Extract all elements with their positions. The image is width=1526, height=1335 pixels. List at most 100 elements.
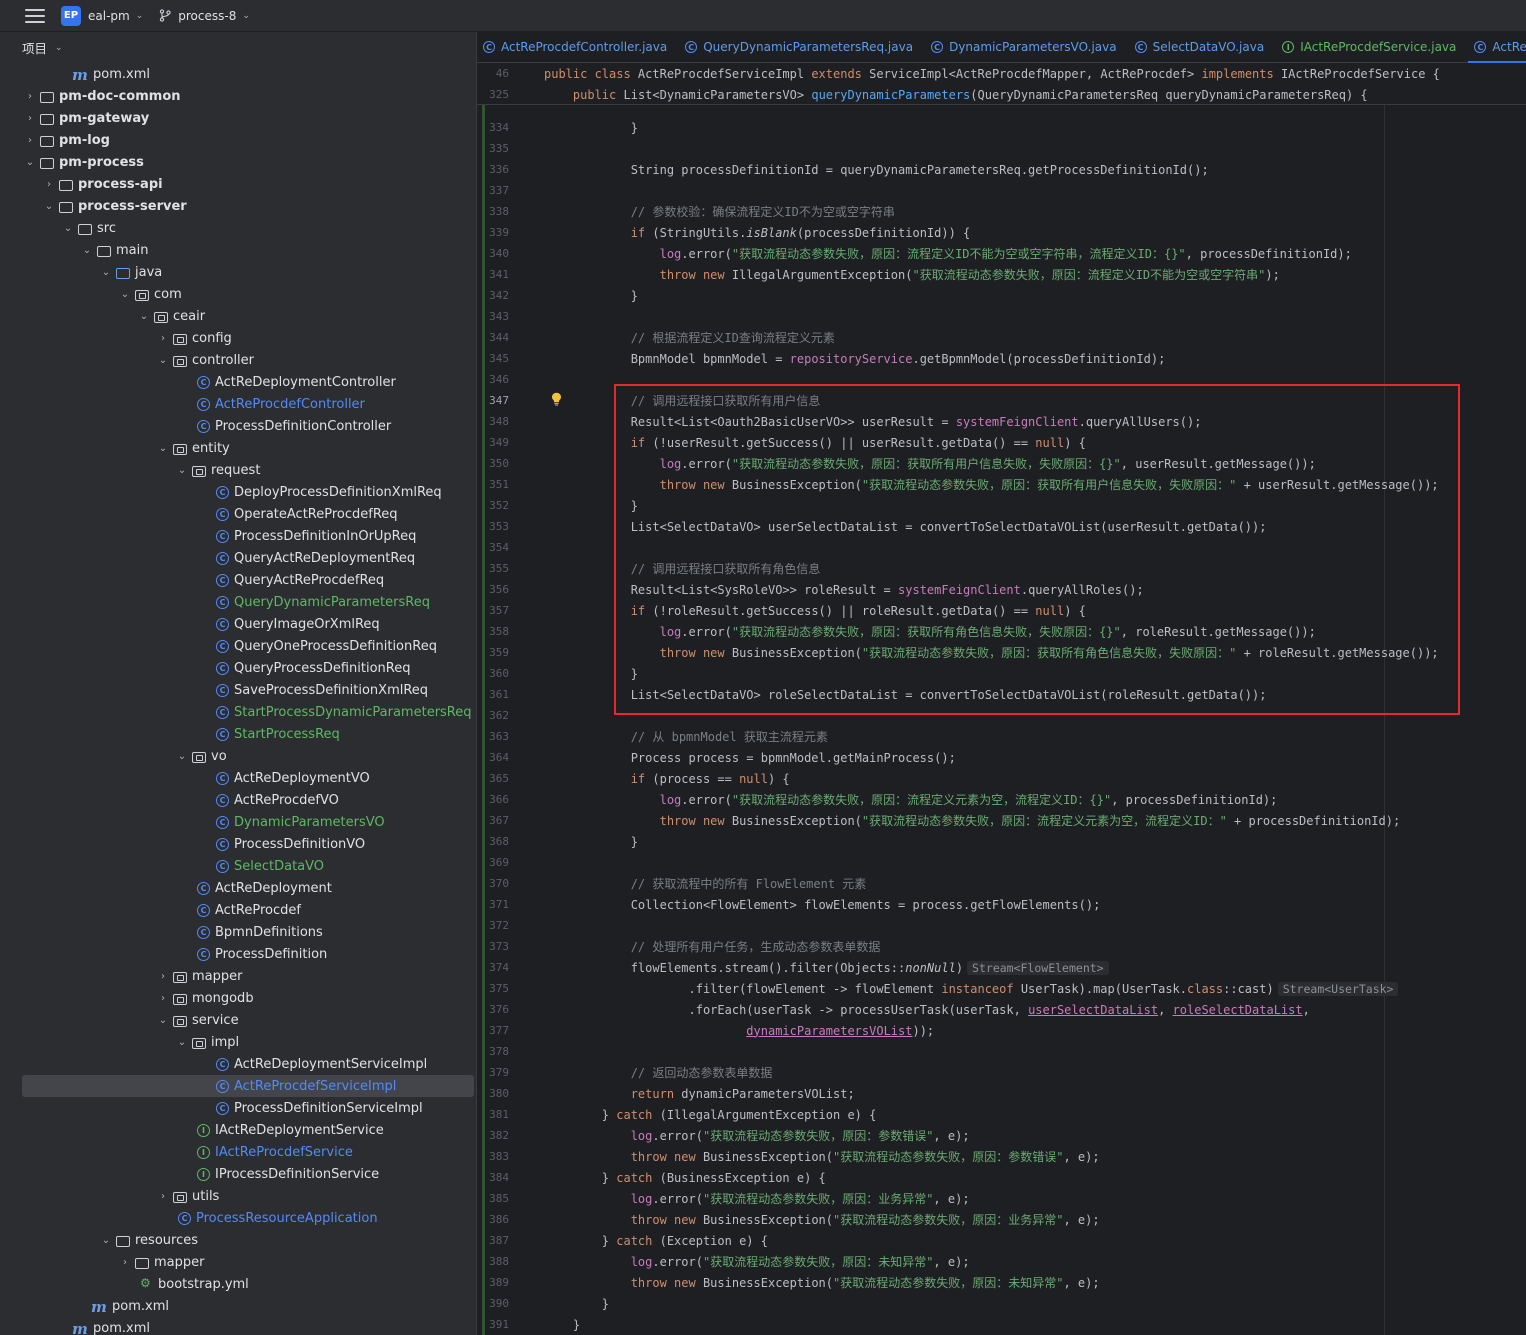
tree-item[interactable]: › pm-gateway (10, 107, 476, 129)
tree-item[interactable]: C QueryImageOrXmlReq (10, 613, 476, 635)
tree-item[interactable]: C QueryProcessDefinitionReq (10, 657, 476, 679)
tree-item[interactable]: ⌄ entity (10, 437, 476, 459)
tree-item[interactable]: C StartProcessReq (10, 723, 476, 745)
chevron-right-icon[interactable]: › (43, 179, 55, 190)
code-line[interactable]: 367 throw new BusinessException("获取流程动态参… (477, 810, 1526, 831)
tree-item[interactable]: C QueryDynamicParametersReq (10, 591, 476, 613)
chevron-down-icon[interactable]: ⌄ (176, 751, 188, 762)
code-line[interactable]: 338 // 参数校验：确保流程定义ID不为空或空字符串 (477, 201, 1526, 222)
code-line[interactable]: 337 (477, 180, 1526, 201)
code-line[interactable]: 369 (477, 852, 1526, 873)
tree-item[interactable]: ⌄ ceair (10, 305, 476, 327)
editor-tab[interactable]: I IActReProcdefService.java (1276, 32, 1468, 62)
sticky-code-line[interactable]: 325 public List<DynamicParametersVO> que… (477, 84, 1526, 105)
tree-item[interactable]: C OperateActReProcdefReq (10, 503, 476, 525)
project-name[interactable]: eal-pm (88, 9, 130, 23)
code-line[interactable]: 363 // 从 bpmnModel 获取主流程元素 (477, 726, 1526, 747)
tree-item[interactable]: C QueryOneProcessDefinitionReq (10, 635, 476, 657)
tree-item[interactable]: I IProcessDefinitionService (10, 1163, 476, 1185)
code-line[interactable]: 340 log.error("获取流程动态参数失败，原因：流程定义ID不能为空或… (477, 243, 1526, 264)
chevron-right-icon[interactable]: › (24, 91, 36, 102)
tree-item[interactable]: C ActReDeployment (10, 877, 476, 899)
code-line[interactable]: 345 BpmnModel bpmnModel = repositoryServ… (477, 348, 1526, 369)
code-line[interactable]: 372 (477, 915, 1526, 936)
tree-item[interactable]: C ActReDeploymentServiceImpl (10, 1053, 476, 1075)
tree-item[interactable]: ⌄ process-server (10, 195, 476, 217)
code-line[interactable]: 371 Collection<FlowElement> flowElements… (477, 894, 1526, 915)
code-line[interactable]: 362 (477, 705, 1526, 726)
chevron-down-icon[interactable]: ⌄ (100, 267, 112, 278)
chevron-down-icon[interactable]: ⌄ (62, 223, 74, 234)
editor-tab[interactable]: C DynamicParametersVO.java (925, 32, 1129, 62)
code-line[interactable]: 379 // 返回动态参数表单数据 (477, 1062, 1526, 1083)
tree-item[interactable]: m pom.xml (10, 1317, 476, 1335)
code-line[interactable]: 346 (477, 369, 1526, 390)
tree-item[interactable]: C QueryActReProcdefReq (10, 569, 476, 591)
code-line[interactable]: 387 } catch (Exception e) { (477, 1230, 1526, 1251)
tree-item[interactable]: › process-api (10, 173, 476, 195)
chevron-down-icon[interactable]: ⌄ (176, 1037, 188, 1048)
code-line[interactable]: 335 (477, 138, 1526, 159)
code-line[interactable]: 377 dynamicParametersVOList)); (477, 1020, 1526, 1041)
tree-item[interactable]: C ActReDeploymentVO (10, 767, 476, 789)
code-line[interactable]: 382 log.error("获取流程动态参数失败，原因：参数错误", e); (477, 1125, 1526, 1146)
tree-item[interactable]: ⌄ vo (10, 745, 476, 767)
tree-item[interactable]: › mapper (10, 1251, 476, 1273)
code-line[interactable]: 368 } (477, 831, 1526, 852)
tree-item[interactable]: ⌄ pm-process (10, 151, 476, 173)
chevron-down-icon[interactable]: ⌄ (55, 43, 63, 53)
tree-item[interactable]: C ProcessResourceApplication (10, 1207, 476, 1229)
lightbulb-icon[interactable] (551, 392, 562, 406)
tree-item[interactable]: C ProcessDefinitionInOrUpReq (10, 525, 476, 547)
code-line[interactable]: 364 Process process = bpmnModel.getMainP… (477, 747, 1526, 768)
tree-item[interactable]: C ProcessDefinitionVO (10, 833, 476, 855)
tree-item[interactable]: m pom.xml (10, 63, 476, 85)
tree-item[interactable]: C ActReProcdefVO (10, 789, 476, 811)
tree-item[interactable]: C ActReProcdefController (10, 393, 476, 415)
code-line[interactable]: 361 List<SelectDataVO> roleSelectDataLis… (477, 684, 1526, 705)
tree-item[interactable]: C SelectDataVO (10, 855, 476, 877)
tree-item[interactable]: m pom.xml (10, 1295, 476, 1317)
code-line[interactable]: 366 log.error("获取流程动态参数失败，原因：流程定义元素为空，流程… (477, 789, 1526, 810)
tree-item[interactable]: I IActReDeploymentService (10, 1119, 476, 1141)
editor-tab[interactable]: C ActReProcdefController.java (477, 32, 679, 62)
code-line[interactable]: 386 throw new BusinessException("获取流程动态参… (477, 1209, 1526, 1230)
tree-item[interactable]: C ProcessDefinition (10, 943, 476, 965)
code-line[interactable]: 385 log.error("获取流程动态参数失败，原因：业务异常", e); (477, 1188, 1526, 1209)
tree-item[interactable]: I IActReProcdefService (10, 1141, 476, 1163)
code-line[interactable]: 357 if (!roleResult.getSuccess() || role… (477, 600, 1526, 621)
chevron-down-icon[interactable]: ⌄ (157, 443, 169, 454)
tree-item[interactable]: C ActReDeploymentController (10, 371, 476, 393)
code-line[interactable]: 365 if (process == null) { (477, 768, 1526, 789)
chevron-down-icon[interactable]: ⌄ (119, 289, 131, 300)
tree-item[interactable]: › mapper (10, 965, 476, 987)
code-line[interactable]: 341 throw new IllegalArgumentException("… (477, 264, 1526, 285)
chevron-right-icon[interactable]: › (24, 113, 36, 124)
tree-item[interactable]: C ProcessDefinitionController (10, 415, 476, 437)
tree-item[interactable]: › mongodb (10, 987, 476, 1009)
code-line[interactable]: 370 // 获取流程中的所有 FlowElement 元素 (477, 873, 1526, 894)
code-line[interactable]: 347 // 调用远程接口获取所有用户信息 (477, 390, 1526, 411)
code-line[interactable]: 339 if (StringUtils.isBlank(processDefin… (477, 222, 1526, 243)
tree-item[interactable]: › pm-doc-common (10, 85, 476, 107)
chevron-down-icon[interactable]: ⌄ (176, 465, 188, 476)
tree-item[interactable]: ⌄ request (10, 459, 476, 481)
chevron-right-icon[interactable]: › (157, 971, 169, 982)
code-line[interactable]: 348 Result<List<Oauth2BasicUserVO>> user… (477, 411, 1526, 432)
code-line[interactable]: 374 flowElements.stream().filter(Objects… (477, 957, 1526, 978)
tree-item[interactable]: ⌄ service (10, 1009, 476, 1031)
code-line[interactable]: 358 log.error("获取流程动态参数失败，原因：获取所有角色信息失败，… (477, 621, 1526, 642)
code-line[interactable]: 391 } (477, 1314, 1526, 1335)
tree-item[interactable]: C StartProcessDynamicParametersReq (10, 701, 476, 723)
code-line[interactable]: 342 } (477, 285, 1526, 306)
tree-item[interactable]: ⚙ bootstrap.yml (10, 1273, 476, 1295)
tree-item[interactable]: C DynamicParametersVO (10, 811, 476, 833)
chevron-right-icon[interactable]: › (157, 993, 169, 1004)
chevron-down-icon[interactable]: ⌄ (157, 1015, 169, 1026)
code-line[interactable]: 378 (477, 1041, 1526, 1062)
chevron-down-icon[interactable]: ⌄ (242, 11, 250, 21)
code-line[interactable]: 349 if (!userResult.getSuccess() || user… (477, 432, 1526, 453)
tree-item[interactable]: C ProcessDefinitionServiceImpl (10, 1097, 476, 1119)
tree-item[interactable]: ⌄ controller (10, 349, 476, 371)
code-line[interactable]: 353 List<SelectDataVO> userSelectDataLis… (477, 516, 1526, 537)
